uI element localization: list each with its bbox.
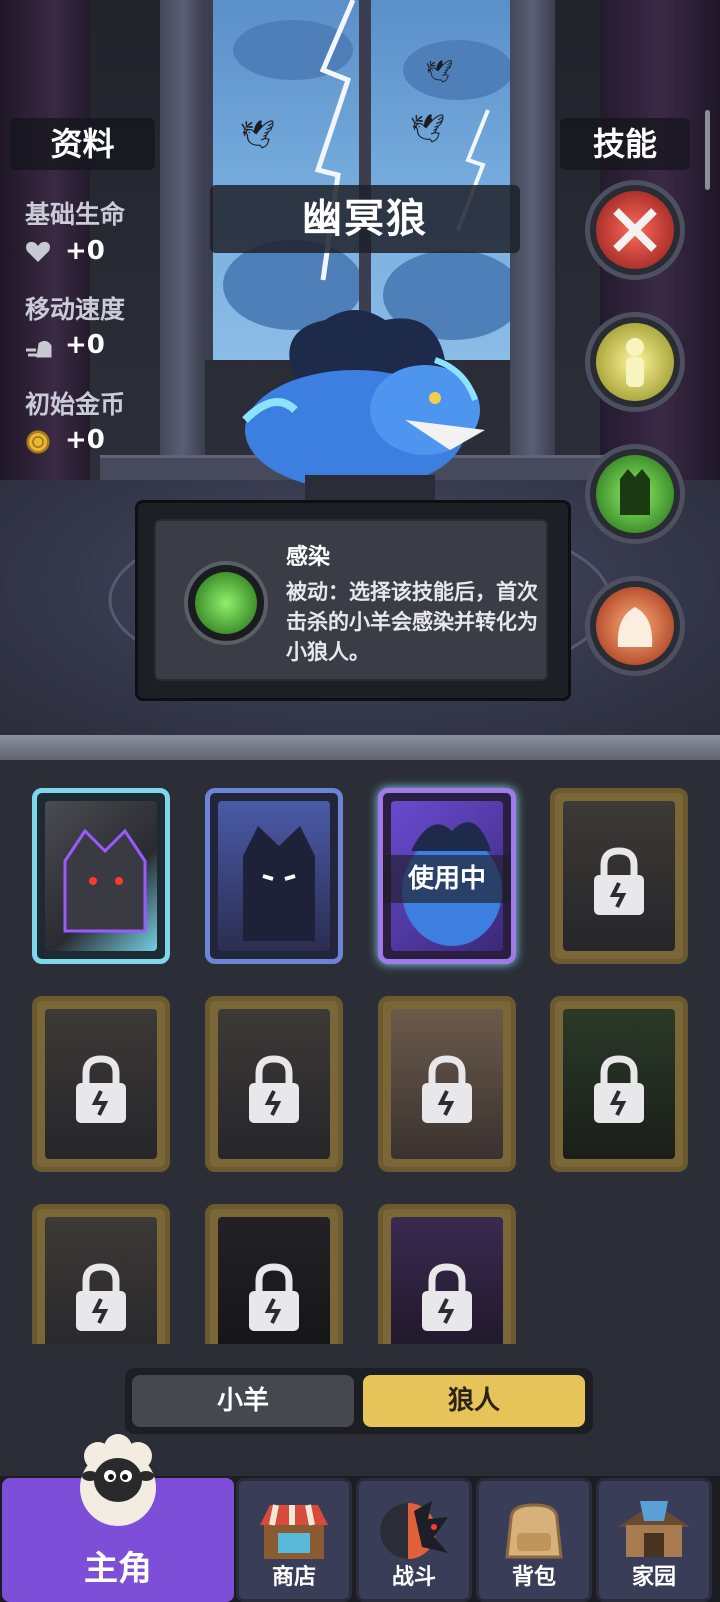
left-pillar	[160, 0, 205, 480]
card-locked[interactable]	[205, 1204, 343, 1344]
werewolf-character	[242, 310, 485, 500]
card-gray-wolf[interactable]	[32, 788, 170, 964]
skill-fire-beast[interactable]	[585, 576, 685, 676]
skill-crossed-swords[interactable]	[585, 180, 685, 280]
skill-tooltip: 感染 被动：选择该技能后，首次击杀的小羊会感染并转化为小狼人。	[135, 500, 571, 701]
starting-gold-value: +0	[65, 425, 105, 455]
card-locked[interactable]	[550, 996, 688, 1172]
lock-icon	[422, 1055, 472, 1123]
lock-icon	[249, 1263, 299, 1331]
tooltip-title: 感染	[286, 545, 331, 570]
card-locked[interactable]	[32, 1204, 170, 1344]
battle-icon	[380, 1501, 448, 1559]
crow-icon: 🕊	[410, 112, 446, 145]
green-wolf-icon	[596, 455, 674, 533]
skill-green-wolf[interactable]	[585, 444, 685, 544]
nav-battle[interactable]: 战斗	[356, 1478, 472, 1602]
move-speed-value: +0	[65, 330, 105, 360]
infection-skill-icon	[184, 561, 268, 645]
crow-icon: 🕊	[425, 60, 453, 85]
card-locked[interactable]	[550, 788, 688, 964]
tooltip-description: 被动：选择该技能后，首次击杀的小羊会感染并转化为小狼人。	[286, 580, 538, 664]
tab-sheep[interactable]: 小羊	[132, 1375, 354, 1427]
lock-icon	[594, 847, 644, 915]
scrollbar[interactable]	[705, 110, 710, 190]
speed-icon	[26, 340, 52, 358]
card-locked[interactable]	[32, 996, 170, 1172]
lock-icon	[249, 1055, 299, 1123]
base-health-value: +0	[65, 236, 105, 266]
base-health-label: 基础生命	[25, 200, 126, 229]
crow-icon: 🕊	[240, 118, 276, 151]
sheep-mascot-icon	[80, 1434, 156, 1526]
nav-shop[interactable]: 商店	[236, 1478, 352, 1602]
gray-wolf-portrait	[45, 801, 157, 951]
heart-icon	[26, 241, 50, 262]
stats-header: 资料	[10, 118, 155, 170]
fire-beast-icon	[596, 587, 674, 665]
faction-tabs: 小羊 狼人	[125, 1368, 593, 1434]
card-locked[interactable]	[378, 996, 516, 1172]
tab-werewolf[interactable]: 狼人	[363, 1375, 585, 1427]
card-shadow-panther[interactable]	[205, 788, 343, 964]
panel-divider	[0, 735, 720, 761]
lock-icon	[594, 1055, 644, 1123]
skills-header: 技能	[560, 118, 690, 170]
starting-gold-label: 初始金币	[25, 390, 126, 419]
home-icon	[618, 1501, 690, 1557]
nav-bag-label: 背包	[511, 1565, 556, 1590]
nav-home-label: 家园	[631, 1565, 676, 1590]
backpack-icon	[505, 1503, 563, 1559]
card-locked[interactable]	[205, 996, 343, 1172]
lock-icon	[422, 1263, 472, 1331]
nav-battle-label: 战斗	[391, 1565, 436, 1590]
in-use-label: 使用中	[383, 855, 511, 903]
move-speed-label: 移动速度	[25, 295, 126, 324]
gold-coin-icon	[26, 430, 50, 454]
nav-shop-label: 商店	[271, 1565, 316, 1590]
nav-hero-label: 主角	[84, 1549, 152, 1589]
shadow-panther-portrait	[218, 801, 330, 951]
nav-bag[interactable]: 背包	[476, 1478, 592, 1602]
nav-home[interactable]: 家园	[596, 1478, 712, 1602]
lock-icon	[76, 1263, 126, 1331]
shop-icon	[260, 1504, 328, 1559]
card-nether-wolf[interactable]: 使用中	[378, 788, 516, 964]
lock-icon	[76, 1055, 126, 1123]
card-locked[interactable]	[378, 1204, 516, 1344]
skill-yellow-figure[interactable]	[585, 312, 685, 412]
yellow-figure-icon	[596, 323, 674, 401]
card-row-clipped	[0, 1204, 720, 1344]
crossed-swords-icon	[596, 191, 674, 269]
character-name: 幽冥狼	[210, 185, 520, 253]
